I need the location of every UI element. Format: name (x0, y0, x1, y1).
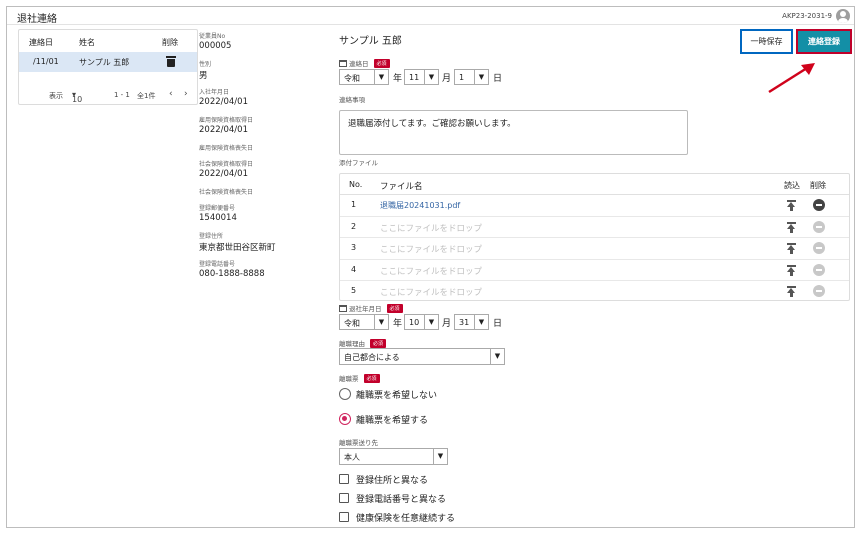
radio-button-selected[interactable] (339, 413, 351, 425)
list-row[interactable]: /11/01 サンプル 五郎 (19, 52, 197, 72)
employee-name: サンプル 五郎 (339, 36, 402, 47)
page-size-select[interactable]: 10 ▾ (72, 90, 82, 104)
contact-era-select[interactable]: 令和 ▼ (339, 69, 389, 85)
attachment-row[interactable]: 5 ここにファイルをドロップ (340, 281, 849, 303)
drop-zone-placeholder: ここにファイルをドロップ (380, 223, 483, 234)
drop-zone-placeholder: ここにファイルをドロップ (380, 245, 483, 255)
remove-circle-icon (813, 220, 825, 233)
leave-date-label: 退社年月日 必須 (339, 303, 403, 313)
remove-circle-icon (813, 285, 825, 297)
column-contact-date[interactable]: 連絡日 (29, 37, 53, 48)
header-bar: 退社連絡 AKP23-2031-9 (7, 7, 854, 25)
caret-down-icon: ▼ (490, 349, 504, 364)
info-phone: 登録電話番号 080-1888-8888 (199, 261, 265, 279)
caret-down-icon: ▼ (374, 315, 388, 329)
caret-down-icon: ▼ (474, 70, 488, 84)
page-total: 全1件 (137, 92, 156, 100)
month-unit: 月 (442, 74, 452, 84)
required-badge: 必須 (363, 374, 380, 383)
employee-list: 連絡日 姓名 削除 /11/01 サンプル 五郎 表示 10 ▾ 1 - 1 全… (18, 29, 198, 105)
save-draft-button[interactable]: 一時保存 (740, 29, 793, 54)
day-unit: 日 (493, 319, 503, 329)
caret-down-icon: ▼ (474, 315, 488, 329)
checkbox[interactable] (339, 493, 349, 503)
message-textarea[interactable]: 退職届添付してます。ご確認お願いします。 (339, 110, 688, 155)
upload-icon[interactable] (787, 200, 796, 211)
list-pagination: 表示 10 ▾ 1 - 1 全1件 ‹ › (19, 86, 197, 104)
month-unit: 月 (442, 319, 452, 329)
row-date: /11/01 (33, 57, 59, 66)
leave-era-select[interactable]: 令和 ▼ (339, 314, 389, 330)
contact-month-select[interactable]: 11 ▼ (404, 69, 439, 85)
chevron-right-icon[interactable]: › (184, 89, 188, 99)
contact-date-label: 連絡日 必須 (339, 58, 390, 68)
caret-down-icon: ▼ (424, 315, 438, 329)
info-employment-ins-acquired: 雇用保険資格取得日 2022/04/01 (199, 117, 254, 135)
list-header: 連絡日 姓名 削除 (19, 30, 197, 52)
drop-zone-placeholder: ここにファイルをドロップ (380, 266, 483, 277)
register-button[interactable]: 連絡登録 (796, 29, 852, 54)
app-frame: 退社連絡 AKP23-2031-9 連絡日 姓名 削除 /11/01 サンプル … (6, 6, 855, 528)
attachments-table: No. ファイル名 読込 削除 1 退職届20241031.pdf 2 ここにフ… (339, 173, 850, 301)
row-name: サンプル 五郎 (79, 58, 130, 67)
reason-label: 離職理由 必須 (339, 338, 387, 348)
upload-icon[interactable] (787, 286, 796, 297)
info-address: 登録住所 東京都世田谷区新町 (199, 233, 276, 253)
info-join-date: 入社年月日 2022/04/01 (199, 89, 248, 107)
remove-circle-icon[interactable] (813, 199, 825, 211)
attachments-header: No. ファイル名 読込 削除 (340, 174, 849, 195)
caret-down-icon: ▼ (433, 449, 447, 464)
remove-circle-icon (813, 242, 825, 254)
calendar-icon (339, 60, 347, 67)
attachment-row[interactable]: 2 ここにファイルをドロップ (340, 217, 849, 238)
year-unit: 年 (393, 74, 403, 84)
column-name[interactable]: 姓名 (79, 37, 95, 48)
attachment-row[interactable]: 1 退職届20241031.pdf (340, 195, 849, 217)
upload-icon[interactable] (787, 243, 796, 254)
page-title: 退社連絡 (17, 14, 57, 25)
contact-day-select[interactable]: 1 ▼ (454, 69, 489, 85)
info-gender: 性別男 (199, 61, 212, 81)
upload-icon[interactable] (787, 221, 796, 233)
info-social-ins-acquired: 社会保険資格取得日 2022/04/01 (199, 161, 254, 179)
info-postal-code: 登録郵便番号 1540014 (199, 205, 237, 223)
required-badge: 必須 (373, 59, 390, 68)
caret-down-icon: ▼ (424, 70, 438, 84)
checkbox[interactable] (339, 474, 349, 484)
info-social-ins-lost: 社会保険資格喪失日 (199, 189, 254, 196)
separation-slip-label: 離職票 必須 (339, 373, 380, 383)
message-label: 連絡事項 (339, 96, 365, 104)
caret-down-icon: ▼ (374, 70, 388, 84)
avatar-icon[interactable] (836, 9, 850, 23)
attachment-file-link[interactable]: 退職届20241031.pdf (380, 200, 460, 211)
radio-button[interactable] (339, 388, 351, 400)
upload-icon[interactable] (787, 264, 796, 276)
calendar-icon (339, 305, 347, 312)
day-unit: 日 (493, 74, 503, 84)
attachment-row[interactable]: 3 ここにファイルをドロップ (340, 238, 849, 260)
chevron-left-icon[interactable]: ‹ (169, 89, 173, 99)
checkbox[interactable] (339, 512, 349, 522)
required-badge: 必須 (386, 304, 403, 313)
user-id: AKP23-2031-9 (782, 12, 832, 20)
page-range: 1 - 1 (114, 91, 130, 99)
attachment-row[interactable]: 4 ここにファイルをドロップ (340, 260, 849, 281)
year-unit: 年 (393, 319, 403, 329)
required-badge: 必須 (370, 339, 387, 348)
remove-circle-icon (813, 263, 825, 276)
info-employee-no: 従業員No 000005 (199, 33, 232, 51)
drop-zone-placeholder: ここにファイルをドロップ (380, 288, 483, 298)
arrow-annotation (768, 63, 815, 94)
trash-icon[interactable] (166, 56, 176, 67)
slip-destination-select[interactable]: 本人 ▼ (339, 448, 448, 465)
leave-month-select[interactable]: 10 ▼ (404, 314, 439, 330)
slip-destination-label: 離職票送り先 (339, 439, 378, 447)
reason-select[interactable]: 自己都合による ▼ (339, 348, 505, 365)
page-size-label: 表示 (49, 92, 63, 100)
info-employment-ins-lost: 雇用保険資格喪失日 (199, 145, 254, 152)
attachments-label: 添付ファイル (339, 159, 378, 167)
leave-day-select[interactable]: 31 ▼ (454, 314, 489, 330)
column-delete: 削除 (162, 38, 178, 47)
